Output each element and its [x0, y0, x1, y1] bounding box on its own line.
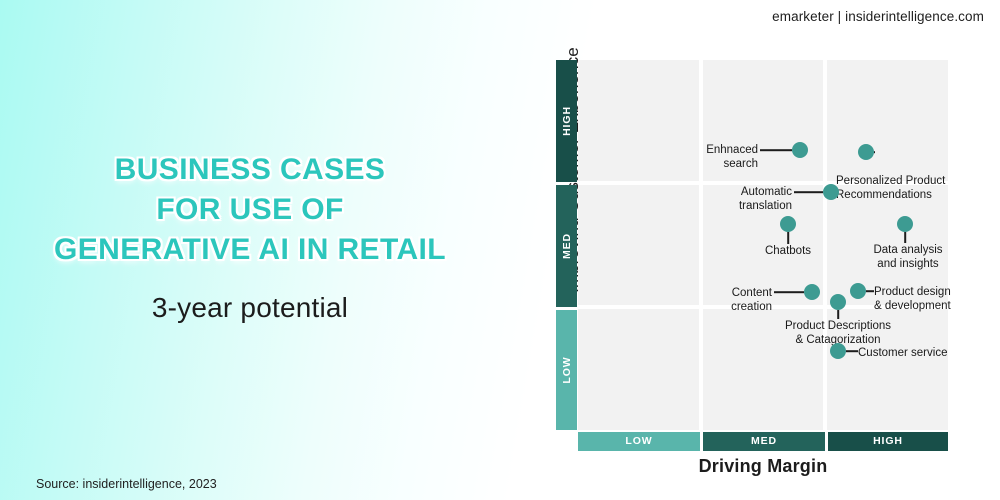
- y-axis-tick-low: LOW: [556, 310, 577, 430]
- grid-cell: [702, 309, 824, 430]
- x-axis-tick-low: LOW: [578, 432, 700, 451]
- source-note: Source: insiderintelligence, 2023: [36, 477, 217, 491]
- y-axis-tick-high-label: HIGH: [560, 106, 573, 136]
- y-axis-tick-med-label: MED: [560, 232, 573, 260]
- subtitle: 3-year potential: [151, 291, 349, 323]
- grid-cell: [827, 309, 948, 430]
- grid-cell: [578, 60, 699, 181]
- title-block: BUSINESS CASES FOR USE OF GENERATIVE AI …: [0, 150, 500, 324]
- plot-grid: [578, 60, 948, 430]
- brand-attribution: emarketer | insiderintelligence.com: [772, 9, 984, 24]
- y-axis-tick-high: HIGH: [556, 60, 577, 182]
- title-line-1: BUSINESS CASES: [114, 153, 386, 186]
- grid-cell: [702, 60, 824, 181]
- title-line-2: FOR USE OF: [156, 192, 344, 226]
- grid-cell: [702, 184, 824, 306]
- grid-cell: [827, 184, 948, 306]
- title-line-3: GENERATIVE AI IN RETAIL: [54, 232, 446, 266]
- y-axis-tick-med: MED: [556, 185, 577, 307]
- quadrant-scatter-chart: Improving Customer Experience HIGH MED L…: [500, 47, 1000, 500]
- x-axis-label: Driving Margin: [698, 456, 828, 476]
- grid-cell: [578, 184, 699, 306]
- y-axis-tick-low-label: LOW: [560, 356, 573, 384]
- grid-cell: [827, 60, 948, 181]
- x-axis-tick-med: MED: [703, 432, 825, 451]
- grid-cell: [578, 309, 699, 430]
- x-axis-tick-high: HIGH: [828, 432, 948, 451]
